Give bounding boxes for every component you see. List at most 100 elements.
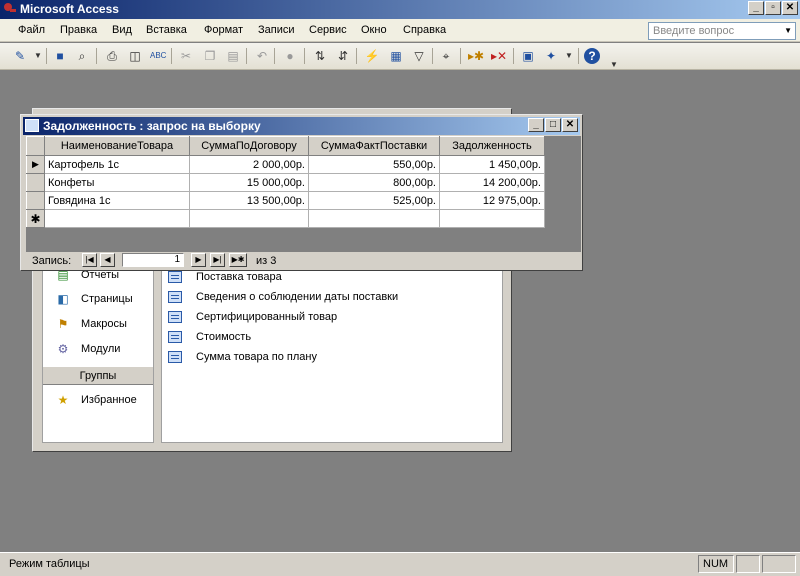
query-item[interactable]: Стоимость xyxy=(168,328,251,346)
record-number-input[interactable]: 1 xyxy=(122,253,184,267)
menu-view[interactable]: Вид xyxy=(112,24,132,36)
help-icon[interactable]: ? xyxy=(584,48,600,64)
cut-icon[interactable]: ✂ xyxy=(178,48,194,64)
minimize-button[interactable]: _ xyxy=(528,118,544,132)
save-icon[interactable]: ■ xyxy=(52,48,68,64)
menu-edit[interactable]: Правка xyxy=(60,24,97,36)
column-header[interactable]: Задолженность xyxy=(439,136,545,156)
new-object-icon[interactable]: ✦ xyxy=(543,48,559,64)
datasheet-table: НаименованиеТовара СуммаПоДоговору Сумма… xyxy=(26,136,545,228)
toolbar-separator xyxy=(171,48,172,64)
chevron-down-icon[interactable]: ▼ xyxy=(30,48,46,64)
column-header[interactable]: СуммаФактПоставки xyxy=(308,136,440,156)
ask-question-input[interactable]: Введите вопрос ▼ xyxy=(648,22,796,40)
table-cell[interactable]: 2 000,00р. xyxy=(189,155,309,174)
row-selector-header[interactable] xyxy=(26,136,45,156)
groups-item-favorites[interactable]: ★ Избранное xyxy=(55,391,137,409)
undo-icon[interactable]: ↶ xyxy=(254,48,270,64)
toolbar-separator xyxy=(460,48,461,64)
sort-ascending-icon[interactable]: ⇅ xyxy=(312,48,328,64)
table-cell[interactable]: Конфеты xyxy=(44,173,190,192)
table-cell[interactable]: 550,00р. xyxy=(308,155,440,174)
num-lock-indicator: NUM xyxy=(698,555,734,573)
last-record-icon[interactable]: ▶| xyxy=(210,253,225,267)
table-cell[interactable] xyxy=(308,209,440,228)
menu-help[interactable]: Справка xyxy=(403,24,446,36)
search-file-icon[interactable]: ⌕ xyxy=(74,48,90,64)
filter-by-form-icon[interactable]: ▦ xyxy=(388,48,404,64)
groups-item-label: Избранное xyxy=(81,394,137,406)
copy-icon[interactable]: ❐ xyxy=(202,48,218,64)
new-record-icon[interactable]: ✱ xyxy=(26,209,45,228)
new-record-nav-icon[interactable]: ▶✱ xyxy=(229,253,247,267)
filter-by-selection-icon[interactable]: ⚡ xyxy=(364,48,380,64)
column-header[interactable]: НаименованиеТовара xyxy=(44,136,190,156)
previous-record-icon[interactable]: ◀ xyxy=(100,253,115,267)
first-record-icon[interactable]: |◀ xyxy=(82,253,97,267)
status-cell-empty xyxy=(762,555,796,573)
database-window-icon[interactable]: ▣ xyxy=(520,48,536,64)
query-item-label: Сумма товара по плану xyxy=(196,351,317,363)
objects-item-modules[interactable]: ⚙ Модули xyxy=(55,340,121,358)
chevron-down-icon[interactable]: ▼ xyxy=(784,26,792,35)
current-record-icon[interactable]: ▶ xyxy=(26,155,45,174)
query-item[interactable]: Сертифицированный товар xyxy=(168,308,337,326)
menu-tools[interactable]: Сервис xyxy=(309,24,347,36)
row-selector[interactable] xyxy=(26,173,45,192)
objects-item-label: Макросы xyxy=(81,318,127,330)
table-cell[interactable]: Картофель 1с xyxy=(44,155,190,174)
paste-icon[interactable]: ▤ xyxy=(225,48,241,64)
sort-descending-icon[interactable]: ⇵ xyxy=(335,48,351,64)
table-cell[interactable]: 1 450,00р. xyxy=(439,155,545,174)
table-cell[interactable]: 800,00р. xyxy=(308,173,440,192)
query-item[interactable]: Сумма товара по плану xyxy=(168,348,317,366)
query-item[interactable]: Сведения о соблюдении даты поставки xyxy=(168,288,398,306)
print-icon[interactable]: ⎙ xyxy=(104,48,120,64)
table-cell[interactable] xyxy=(189,209,309,228)
table-cell[interactable] xyxy=(439,209,545,228)
restore-button[interactable]: ▫ xyxy=(765,1,781,15)
access-key-icon xyxy=(3,2,17,16)
toolbar-options-icon[interactable]: ▼ xyxy=(606,57,622,73)
table-cell[interactable] xyxy=(44,209,190,228)
minimize-button[interactable]: _ xyxy=(748,1,764,15)
column-header[interactable]: СуммаПоДоговору xyxy=(189,136,309,156)
menu-records[interactable]: Записи xyxy=(258,24,295,36)
ask-question-placeholder: Введите вопрос xyxy=(653,25,735,37)
design-view-icon[interactable]: ✎ xyxy=(12,48,28,64)
table-row[interactable]: Конфеты 15 000,00р. 800,00р. 14 200,00р. xyxy=(26,173,545,192)
apply-filter-icon[interactable]: ▽ xyxy=(411,48,427,64)
hyperlink-icon[interactable]: ● xyxy=(282,48,298,64)
maximize-button[interactable]: □ xyxy=(545,118,561,132)
groups-bar[interactable]: Группы xyxy=(43,366,153,385)
objects-item-macros[interactable]: ⚑ Макросы xyxy=(55,315,127,333)
row-selector[interactable] xyxy=(26,191,45,210)
table-cell[interactable]: 525,00р. xyxy=(308,191,440,210)
menu-format[interactable]: Формат xyxy=(204,24,243,36)
print-preview-icon[interactable]: ◫ xyxy=(127,48,143,64)
table-row[interactable]: ▶ Картофель 1с 2 000,00р. 550,00р. 1 450… xyxy=(26,155,545,174)
objects-item-pages[interactable]: ◧ Страницы xyxy=(55,290,132,308)
table-cell[interactable]: 15 000,00р. xyxy=(189,173,309,192)
new-record-row[interactable]: ✱ xyxy=(26,209,545,228)
chevron-down-icon[interactable]: ▼ xyxy=(561,48,577,64)
table-row[interactable]: Говядина 1с 13 500,00р. 525,00р. 12 975,… xyxy=(26,191,545,210)
spelling-icon[interactable]: ABC xyxy=(150,48,166,64)
close-button[interactable]: ✕ xyxy=(562,118,578,132)
menu-file[interactable]: Файл xyxy=(18,24,45,36)
delete-record-icon[interactable]: ▸✕ xyxy=(491,48,507,64)
next-record-icon[interactable]: ▶ xyxy=(191,253,206,267)
menu-insert[interactable]: Вставка xyxy=(146,24,187,36)
new-record-icon[interactable]: ▸✱ xyxy=(468,48,484,64)
record-count: из 3 xyxy=(256,255,277,267)
table-cell[interactable]: 14 200,00р. xyxy=(439,173,545,192)
close-button[interactable]: ✕ xyxy=(782,1,798,15)
query-icon xyxy=(168,271,182,283)
query-list: Поставка товара Сведения о соблюдении да… xyxy=(161,267,503,443)
find-icon[interactable]: ⌖ xyxy=(438,48,454,64)
menu-window[interactable]: Окно xyxy=(361,24,387,36)
table-cell[interactable]: 13 500,00р. xyxy=(189,191,309,210)
table-cell[interactable]: 12 975,00р. xyxy=(439,191,545,210)
table-cell[interactable]: Говядина 1с xyxy=(44,191,190,210)
query-icon xyxy=(25,119,39,132)
